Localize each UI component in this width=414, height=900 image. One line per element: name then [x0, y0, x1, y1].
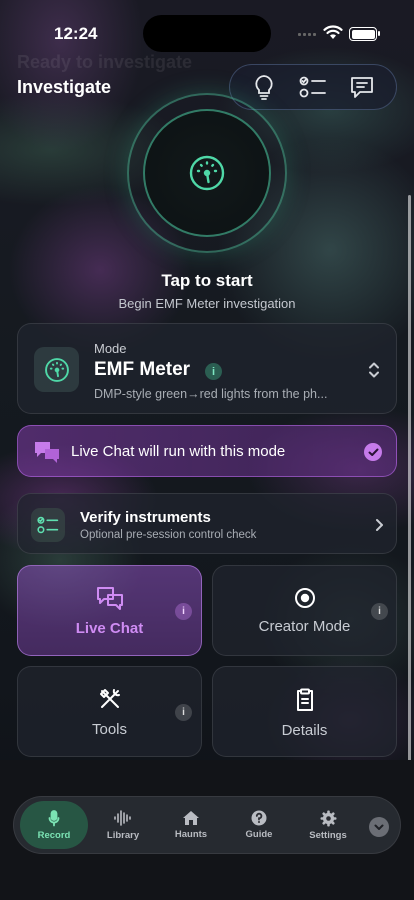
tab-settings[interactable]: Settings — [296, 801, 360, 849]
mode-label: Mode — [94, 341, 127, 356]
gauge-icon — [189, 155, 225, 191]
start-subtitle: Begin EMF Meter investigation — [118, 296, 296, 311]
chat-bubbles-icon — [96, 587, 123, 610]
tools-tile-label: Tools — [91, 721, 128, 738]
creator-mode-tile[interactable]: i Creator Mode — [212, 565, 397, 656]
lightbulb-icon[interactable] — [249, 72, 279, 102]
checklist-icon[interactable] — [298, 72, 328, 102]
live-chat-banner-text: Live Chat will run with this mode — [71, 443, 286, 460]
live-chat-info-button[interactable]: i — [175, 603, 192, 620]
top-actions-bar — [229, 64, 397, 110]
chat-bubbles-icon — [35, 442, 59, 463]
battery-icon — [349, 27, 380, 41]
checkmark-icon — [364, 443, 382, 461]
gauge-icon — [44, 357, 69, 382]
creator-mode-tile-label: Creator Mode — [258, 618, 351, 635]
live-chat-banner[interactable]: Live Chat will run with this mode — [17, 425, 397, 477]
verify-instruments-row[interactable]: Verify instruments Optional pre-session … — [17, 493, 397, 554]
chevron-right-icon — [376, 519, 383, 531]
clipboard-icon — [296, 688, 313, 711]
tools-tile[interactable]: i Tools — [17, 666, 202, 757]
tab-record[interactable]: Record — [20, 801, 88, 849]
verify-subtitle: Optional pre-session control check — [80, 529, 257, 541]
mode-info-button[interactable]: i — [205, 363, 222, 380]
chat-icon[interactable] — [347, 72, 377, 102]
tab-haunts-label: Haunts — [174, 829, 208, 840]
page-title: Investigate — [17, 77, 112, 97]
live-chat-tile-label: Live Chat — [75, 620, 144, 637]
details-tile[interactable]: Details — [212, 666, 397, 757]
tab-settings-label: Settings — [309, 829, 347, 841]
tab-bar: Record Library Haunts Guide Settings — [13, 796, 401, 854]
start-title: Tap to start — [161, 271, 253, 290]
tab-library-label: Library — [106, 830, 140, 841]
live-chat-tile[interactable]: i Live Chat — [17, 565, 202, 656]
record-circle-icon — [294, 588, 315, 608]
question-circle-icon — [251, 810, 267, 826]
tools-info-button[interactable]: i — [175, 704, 192, 721]
mode-description: DMP-style green→red lights from the ph..… — [94, 387, 328, 401]
status-bar: 12:24 — [0, 0, 414, 60]
mode-icon — [34, 347, 79, 392]
waveform-icon — [114, 810, 131, 826]
chevron-up-down-icon — [369, 362, 379, 378]
mode-selector-card[interactable]: Mode EMF Meter i DMP-style green→red lig… — [17, 323, 397, 414]
status-time: 12:24 — [54, 24, 98, 43]
tab-guide-label: Guide — [245, 829, 273, 840]
details-tile-label: Details — [281, 722, 328, 739]
wifi-icon — [323, 25, 343, 39]
scrollbar[interactable] — [408, 195, 411, 790]
faded-status-title: Ready to investigate — [17, 52, 193, 72]
tab-haunts[interactable]: Haunts — [159, 801, 223, 849]
verify-title: Verify instruments — [80, 509, 211, 526]
tab-record-label: Record — [37, 829, 71, 841]
cellular-signal-icon — [298, 33, 316, 36]
dynamic-island — [143, 15, 271, 52]
chevron-down-icon — [374, 824, 384, 830]
tab-more-button[interactable] — [369, 817, 389, 837]
tab-library[interactable]: Library — [91, 801, 155, 849]
checklist-icon — [31, 508, 65, 542]
tab-guide[interactable]: Guide — [227, 801, 291, 849]
microphone-icon — [48, 809, 60, 826]
gear-icon — [320, 810, 336, 826]
start-button[interactable] — [143, 109, 271, 237]
tools-icon — [99, 689, 120, 708]
house-icon — [183, 811, 199, 825]
mode-name: EMF Meter — [94, 359, 191, 380]
